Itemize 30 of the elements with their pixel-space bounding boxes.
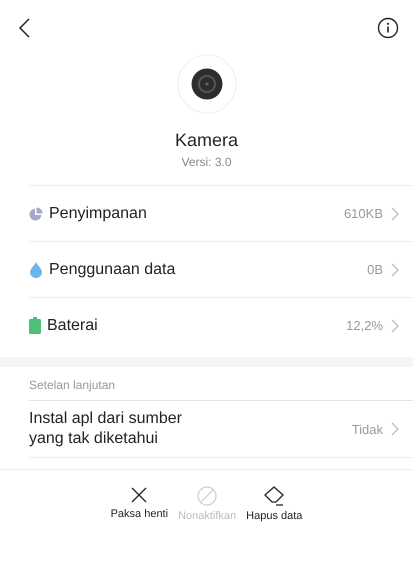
chevron-icon: [391, 318, 399, 332]
prohibited-icon: [197, 486, 218, 506]
settings-row[interactable]: Baterai 12,2%: [29, 298, 413, 353]
info-button[interactable]: [377, 17, 399, 39]
close-icon: [130, 486, 148, 504]
section-header: Setelan lanjutan: [29, 367, 413, 401]
row-label: Baterai: [47, 316, 99, 334]
app-version: Versi: 3.0: [181, 155, 232, 169]
chevron-icon: [391, 422, 399, 436]
row-value: Tidak: [352, 422, 383, 436]
row-label: Penyimpanan: [49, 204, 148, 222]
row-value: 12,2%: [346, 318, 383, 333]
action-button[interactable]: Hapus data: [246, 486, 302, 522]
row-value: 0B: [367, 262, 383, 277]
chevron-icon: [391, 262, 399, 276]
settings-row[interactable]: Penggunaan data 0B: [29, 242, 413, 298]
chevron-icon: [391, 206, 399, 220]
action-button[interactable]: Paksa henti: [110, 486, 168, 522]
water-drop-icon: [29, 262, 43, 278]
eraser-icon: [263, 486, 286, 506]
row-label: Instal apl dari sumber yang tak diketahui: [29, 409, 183, 449]
settings-row[interactable]: Penyimpanan 610KB: [29, 186, 413, 242]
row-label: Penggunaan data: [49, 260, 176, 278]
camera-app-icon: [176, 54, 236, 114]
settings-row[interactable]: Instal apl dari sumber yang tak diketahui Tidak: [29, 401, 413, 458]
pie-chart-icon: [29, 206, 43, 220]
battery-icon: [29, 317, 41, 334]
app-name: Kamera: [174, 130, 238, 151]
back-button[interactable]: [18, 18, 30, 38]
row-value: 610KB: [344, 206, 383, 221]
